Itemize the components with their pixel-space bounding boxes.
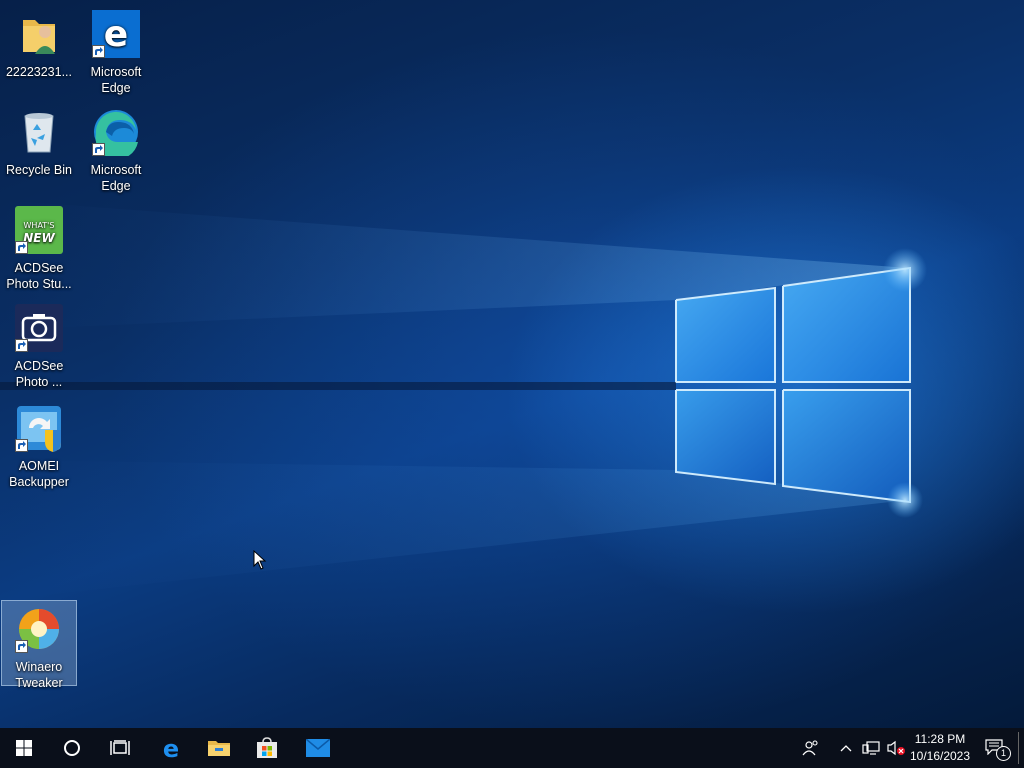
microsoft-store-icon [257, 737, 277, 758]
desktop-icon-aomei-backupper[interactable]: AOMEI Backupper [1, 400, 77, 490]
desktop-icon-user-folder[interactable]: 22223231... [1, 6, 77, 90]
edge-legacy-icon: e [92, 10, 140, 58]
desktop-icon-label: ACDSee Photo ... [14, 359, 64, 389]
edge-taskbar-button[interactable]: e [148, 728, 194, 768]
shortcut-arrow-icon [15, 439, 28, 452]
chevron-up-icon [840, 745, 852, 752]
shortcut-arrow-icon [15, 640, 28, 653]
task-view-button[interactable] [96, 728, 144, 768]
acdsee-whats-new-icon: WHAT'S NEW [15, 206, 63, 254]
file-explorer-icon [208, 741, 230, 756]
mail-icon [306, 739, 330, 757]
store-taskbar-button[interactable] [244, 728, 290, 768]
desktop-icon-label: Microsoft Edge [90, 163, 142, 193]
shortcut-arrow-icon [92, 143, 105, 156]
clock-time: 11:28 PM [914, 732, 966, 746]
action-center-button[interactable]: 1 [978, 728, 1014, 768]
volume-button[interactable] [884, 728, 908, 768]
aomei-backupper-icon [15, 404, 63, 452]
edge-legacy-icon: e [163, 736, 179, 760]
recycle-bin-icon [15, 108, 63, 156]
start-button[interactable] [0, 728, 48, 768]
desktop-icon-label: Microsoft Edge [90, 65, 142, 95]
cortana-circle-icon [64, 740, 80, 756]
clock-date: 10/16/2023 [909, 749, 971, 763]
svg-text:e: e [163, 736, 179, 760]
desktop-icon-edge-legacy[interactable]: e Microsoft Edge [78, 6, 154, 96]
task-view-icon [110, 740, 130, 755]
mouse-cursor-icon [253, 550, 267, 570]
show-hidden-icons-button[interactable] [836, 728, 856, 768]
windows-start-icon [16, 740, 32, 756]
svg-text:e: e [104, 14, 128, 55]
desktop-icon-label: 22223231... [5, 65, 73, 79]
desktop-icon-label: Recycle Bin [6, 163, 72, 177]
desktop-icon-label: Winaero Tweaker [15, 660, 63, 690]
shortcut-arrow-icon [15, 339, 28, 352]
network-button[interactable] [858, 728, 884, 768]
file-explorer-taskbar-button[interactable] [196, 728, 242, 768]
desktop-icon-acdsee-studio[interactable]: WHAT'S NEW ACDSee Photo Stu... [1, 202, 77, 292]
shortcut-arrow-icon [15, 241, 28, 254]
people-button[interactable] [796, 728, 826, 768]
desktop-background[interactable]: 22223231... e Microsoft Edge Recycle Bin [0, 0, 1024, 728]
acdsee-camera-icon [15, 304, 63, 352]
mail-taskbar-button[interactable] [294, 728, 342, 768]
clock-button[interactable]: 11:28 PM 10/16/2023 [906, 728, 974, 768]
volume-muted-icon [887, 740, 905, 756]
people-icon [802, 740, 818, 756]
user-folder-icon [15, 10, 63, 58]
desktop-icon-acdsee-photo[interactable]: ACDSee Photo ... [1, 300, 77, 390]
svg-text:NEW: NEW [23, 231, 55, 245]
desktop-icon-edge-chromium[interactable]: Microsoft Edge [78, 104, 154, 194]
edge-chromium-icon [92, 108, 140, 160]
notification-count-badge: 1 [996, 746, 1011, 761]
taskbar: e 11:28 PM 10/16/2023 1 [0, 728, 1024, 768]
desktop-icon-label: AOMEI Backupper [9, 459, 69, 489]
shortcut-arrow-icon [92, 45, 105, 58]
svg-text:WHAT'S: WHAT'S [24, 221, 55, 230]
show-desktop-divider[interactable] [1018, 732, 1019, 764]
search-button[interactable] [48, 728, 96, 768]
winaero-tweaker-icon [15, 605, 63, 653]
desktop-icon-winaero-tweaker[interactable]: Winaero Tweaker [1, 600, 77, 690]
desktop-icon-label: ACDSee Photo Stu... [6, 261, 72, 291]
network-icon [862, 741, 880, 755]
desktop-icon-recycle-bin[interactable]: Recycle Bin [1, 104, 77, 188]
